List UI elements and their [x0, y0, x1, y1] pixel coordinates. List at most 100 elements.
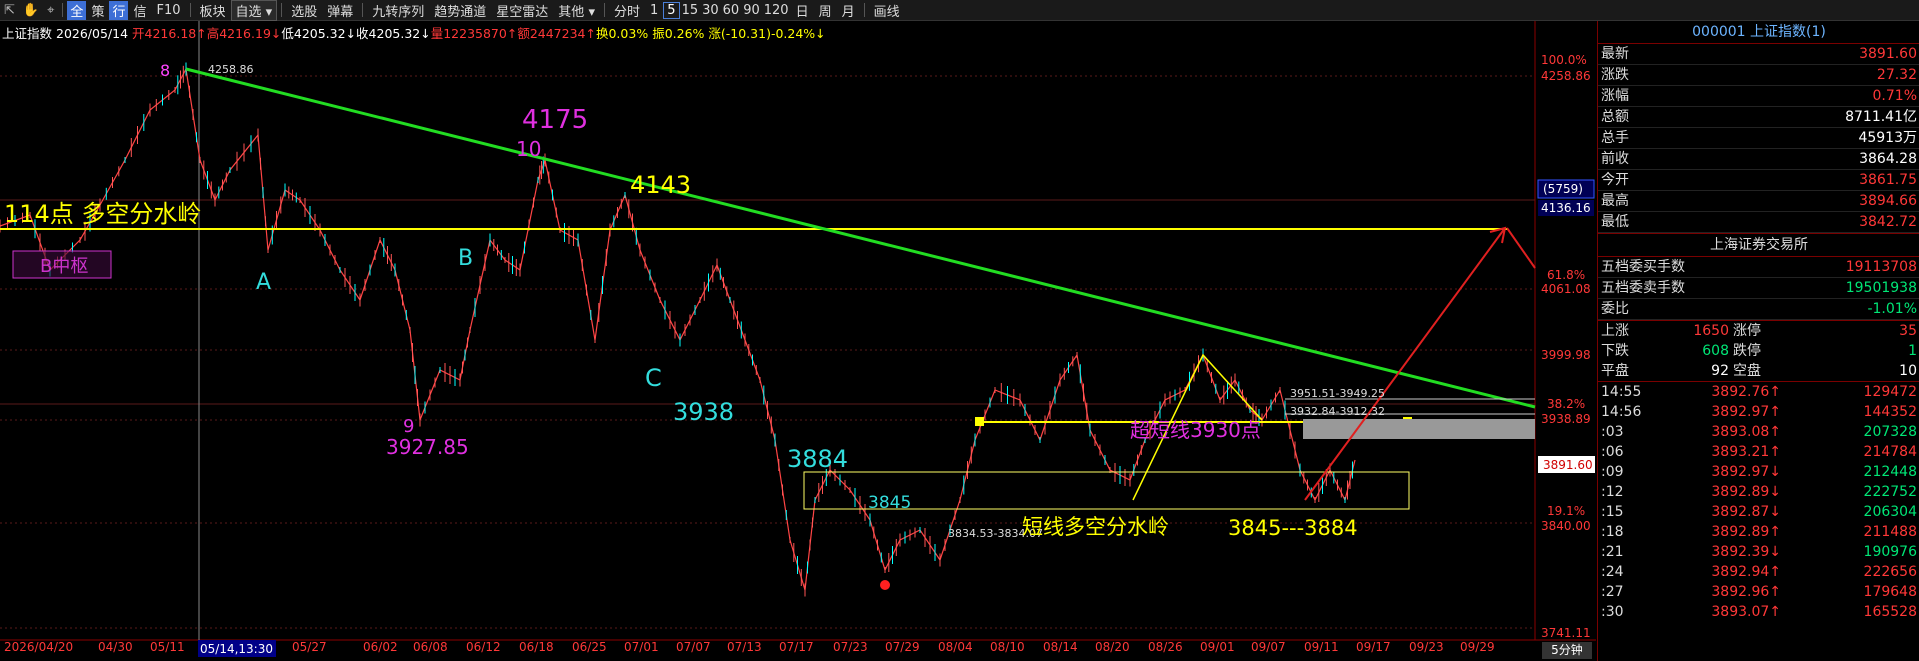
- date-label: 05/11: [150, 640, 185, 654]
- cursor-arrow-icon[interactable]: ⇱: [0, 3, 19, 18]
- quick-f10-button[interactable]: F10: [151, 3, 185, 18]
- tick-volume: 222752: [1863, 484, 1917, 500]
- tick-time: :06: [1601, 444, 1624, 460]
- tick-time: :30: [1601, 604, 1624, 620]
- date-label: 06/08: [413, 640, 448, 654]
- annotation-3932: 3932.84-3912.32: [1290, 405, 1385, 418]
- wave-label-A: A: [256, 270, 271, 295]
- tick-row[interactable]: :30 3893.07↑ 165528: [1598, 602, 1919, 622]
- axis-label: 4061.08: [1541, 282, 1591, 296]
- quick-info-button[interactable]: 信: [128, 1, 151, 20]
- period-month[interactable]: 月: [837, 1, 860, 20]
- quote-row: 最新 3891.60: [1598, 44, 1919, 65]
- wave-label-B: B: [458, 246, 473, 271]
- menu-nine-turn[interactable]: 九转序列: [367, 1, 429, 20]
- date-label: 06/02: [363, 640, 398, 654]
- date-label: 09/11: [1304, 640, 1339, 654]
- axis-label: 19.1%: [1547, 504, 1585, 518]
- toolbar: ⇱ ✋ ⌖ 全 策 行 信 F10 板块 自选 ▾ 选股 弹幕 九转序列 趋势通…: [0, 0, 1919, 21]
- tick-row[interactable]: :15 3892.87↓ 206304: [1598, 502, 1919, 522]
- axis-label: 100.0%: [1541, 53, 1587, 67]
- quick-all-button[interactable]: 全: [67, 0, 87, 20]
- date-label: 06/12: [466, 640, 501, 654]
- quote-row-label: 涨幅: [1601, 88, 1629, 104]
- tick-price: 3892.97↑: [1711, 404, 1781, 420]
- draw-line-button[interactable]: 画线: [869, 1, 905, 20]
- period-intraday[interactable]: 分时: [609, 1, 645, 20]
- tick-time: :27: [1601, 584, 1624, 600]
- menu-star-radar[interactable]: 星空雷达: [491, 1, 553, 20]
- tick-price: 3892.97↓: [1711, 464, 1781, 480]
- tick-row[interactable]: :24 3892.94↑ 222656: [1598, 562, 1919, 582]
- period-60[interactable]: 60: [721, 3, 742, 18]
- period-30[interactable]: 30: [700, 3, 721, 18]
- period-120[interactable]: 120: [762, 3, 791, 18]
- date-label: 06/18: [519, 640, 554, 654]
- bar-date: 2026/05/14: [56, 26, 129, 41]
- period-indicator: 5分钟: [1542, 642, 1592, 659]
- date-label: 08/14: [1043, 640, 1078, 654]
- divider: [863, 3, 865, 17]
- date-label: 2026/04/20: [4, 640, 73, 654]
- period-day[interactable]: 日: [791, 1, 814, 20]
- quote-rows: 最新 3891.60 涨跌 27.32 涨幅 0.71% 总额 8711.41亿 总手 45913…: [1598, 44, 1919, 233]
- tick-price: 3893.08↑: [1711, 424, 1781, 440]
- period-1[interactable]: 1: [645, 3, 663, 18]
- axis-label: 3938.89: [1541, 412, 1591, 426]
- tick-time: :12: [1601, 484, 1624, 500]
- tick-row[interactable]: :09 3892.97↓ 212448: [1598, 462, 1919, 482]
- tick-row[interactable]: :27 3892.96↑ 179648: [1598, 582, 1919, 602]
- tick-row[interactable]: :12 3892.89↓ 222752: [1598, 482, 1919, 502]
- tick-list[interactable]: 14:55 3892.76↑ 129472 14:56 3892.97↑ 144352:0…: [1598, 381, 1919, 622]
- tick-row[interactable]: :03 3893.08↑ 207328: [1598, 422, 1919, 442]
- date-label: 07/23: [833, 640, 868, 654]
- tick-time: :21: [1601, 544, 1624, 560]
- tick-volume: 214784: [1863, 444, 1917, 460]
- menu-trend-channel[interactable]: 趋势通道: [429, 1, 491, 20]
- tick-row[interactable]: :06 3893.21↑ 214784: [1598, 442, 1919, 462]
- period-15[interactable]: 15: [680, 3, 701, 18]
- menu-other-label: 其他: [558, 4, 585, 20]
- menu-watchlist-dropdown[interactable]: 自选 ▾: [230, 0, 278, 21]
- divide-line-label: 114点 多空分水岭: [4, 200, 201, 228]
- wave-label-9: 9: [403, 416, 414, 437]
- period-90[interactable]: 90: [741, 3, 762, 18]
- tick-row[interactable]: 14:55 3892.76↑ 129472: [1598, 382, 1919, 402]
- bar-low: 低4205.32↓: [281, 26, 357, 41]
- annotation-3951: 3951.51-3949.25: [1290, 387, 1385, 400]
- date-label: 07/01: [624, 640, 659, 654]
- period-5[interactable]: 5: [663, 1, 680, 19]
- hand-icon[interactable]: ✋: [19, 3, 43, 18]
- period-week[interactable]: 周: [814, 1, 837, 20]
- quick-strategy-button[interactable]: 策: [86, 1, 109, 20]
- date-label-crosshair: 05/14,13:30: [200, 642, 273, 656]
- tick-row[interactable]: :21 3892.39↓ 190976: [1598, 542, 1919, 562]
- line-handle-left[interactable]: [975, 417, 984, 426]
- menu-other[interactable]: 其他 ▾: [553, 1, 600, 20]
- quote-row-label: 涨跌: [1601, 67, 1629, 83]
- date-label: 09/23: [1409, 640, 1444, 654]
- quote-row-label: 最低: [1601, 214, 1629, 230]
- menu-stock-picker[interactable]: 选股: [286, 1, 322, 20]
- order-rows: 五档委买手数 19113708 五档委卖手数 19501938 委比 -1.01%: [1598, 257, 1919, 320]
- quick-industry-button[interactable]: 行: [109, 0, 129, 20]
- quote-row-label: 最新: [1601, 46, 1629, 62]
- draw-tool-icon[interactable]: ⌖: [43, 3, 58, 18]
- bar-volume: 量12235870↑: [430, 26, 518, 41]
- quote-row: 最高 3894.66: [1598, 191, 1919, 212]
- menu-sector[interactable]: 板块: [195, 1, 231, 20]
- tick-row[interactable]: :18 3892.89↑ 211488: [1598, 522, 1919, 542]
- tick-price: 3892.76↑: [1711, 384, 1781, 400]
- tick-row[interactable]: 14:56 3892.97↑ 144352: [1598, 402, 1919, 422]
- menu-barrage[interactable]: 弹幕: [322, 1, 358, 20]
- kline-chart[interactable]: 8 4258.86 4175 10 4143 114点 多空分水岭 B中枢 A …: [0, 21, 1596, 661]
- order-row-value: 19113708: [1845, 259, 1917, 275]
- tick-volume: 207328: [1863, 424, 1917, 440]
- tick-price: 3893.21↑: [1711, 444, 1781, 460]
- bar-amplitude: 振0.26%: [652, 26, 705, 41]
- value-label-3927: 3927.85: [386, 435, 469, 459]
- tick-time: 14:56: [1601, 404, 1642, 420]
- value-label-3884: 3884: [787, 445, 848, 473]
- divider: [62, 3, 64, 17]
- order-row-value: -1.01%: [1867, 301, 1917, 317]
